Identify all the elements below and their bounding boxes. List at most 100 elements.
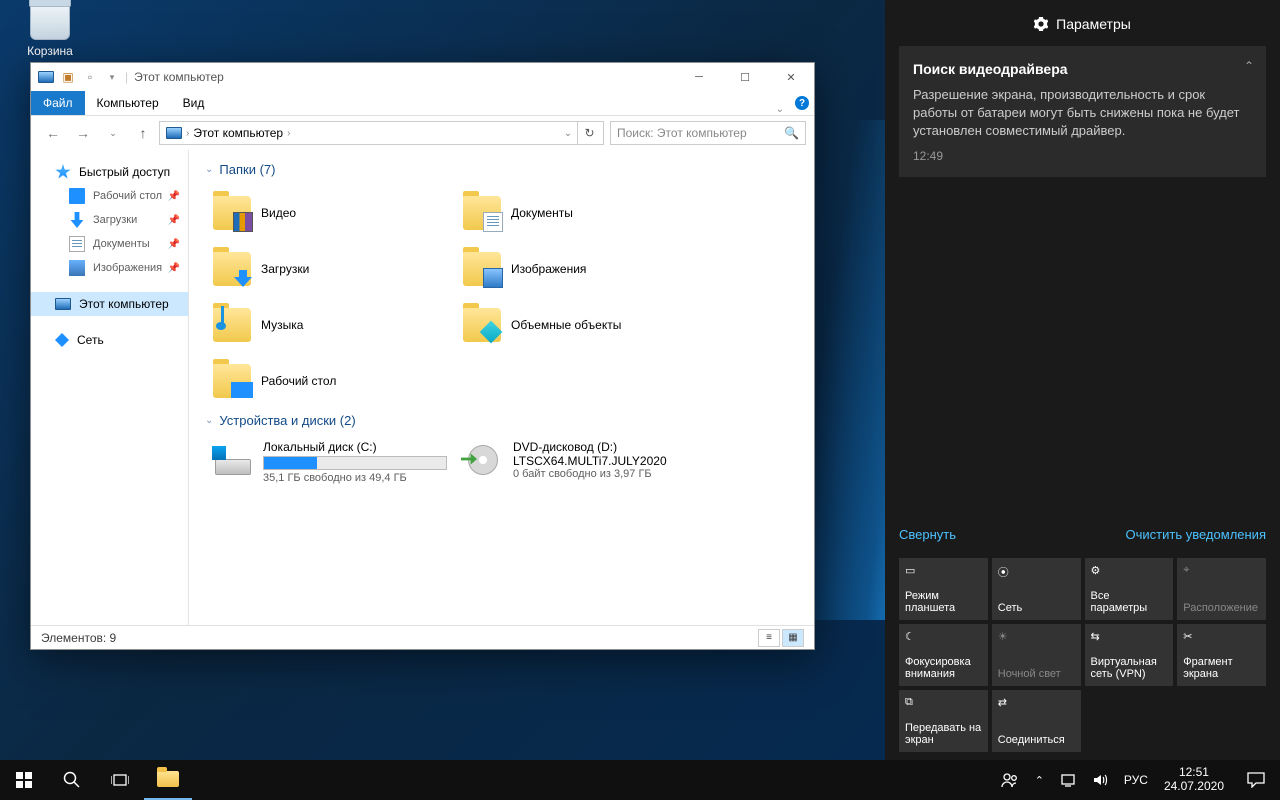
pictures-icon: [69, 260, 85, 276]
notification-collapse-icon[interactable]: ⌃: [1244, 58, 1254, 75]
pc-icon: [55, 298, 71, 310]
group-drives-header[interactable]: ⌄Устройства и диски (2): [205, 413, 798, 428]
scissors-icon: ✂: [1183, 630, 1260, 646]
qa-connect[interactable]: ⇄Соединиться: [992, 690, 1081, 752]
desktop-icon: [69, 188, 85, 204]
task-view-button[interactable]: [96, 760, 144, 800]
tray-network-icon[interactable]: [1052, 760, 1084, 800]
folder-video[interactable]: Видео: [205, 185, 455, 241]
nav-up-button[interactable]: ↑: [129, 120, 157, 146]
drive-d-name: DVD-дисковод (D:): [513, 440, 697, 454]
notification-title: Поиск видеодрайвера: [913, 60, 1252, 80]
search-icon: 🔍: [784, 126, 799, 140]
tray-people[interactable]: [993, 760, 1027, 800]
recycle-bin-icon: [30, 4, 70, 40]
qa-all-settings[interactable]: ⚙Все параметры: [1085, 558, 1174, 620]
tab-computer[interactable]: Компьютер: [85, 91, 171, 115]
maximize-button[interactable]: ☐: [722, 63, 768, 91]
search-input[interactable]: Поиск: Этот компьютер 🔍: [610, 121, 806, 145]
qa-vpn[interactable]: ⇆Виртуальная сеть (VPN): [1085, 624, 1174, 686]
tab-view[interactable]: Вид: [171, 91, 217, 115]
window-title: Этот компьютер: [134, 70, 224, 84]
qa-project[interactable]: ⧉Передавать на экран: [899, 690, 988, 752]
qa-network[interactable]: ⦿Сеть: [992, 558, 1081, 620]
qa-location[interactable]: ⌖Расположение: [1177, 558, 1266, 620]
pin-icon: 📌: [168, 239, 180, 250]
action-center-header[interactable]: Параметры: [885, 16, 1280, 32]
documents-icon: [483, 212, 503, 232]
clear-notifications[interactable]: Очистить уведомления: [1126, 527, 1266, 542]
nav-this-pc[interactable]: Этот компьютер: [31, 292, 188, 316]
file-explorer-icon: [157, 771, 179, 787]
gear-icon: [1034, 17, 1048, 31]
nav-forward-button[interactable]: →: [69, 120, 97, 146]
folder-pictures[interactable]: Изображения: [455, 241, 705, 297]
qa-night-light[interactable]: ☀Ночной свет: [992, 624, 1081, 686]
search-button[interactable]: [48, 760, 96, 800]
nav-desktop[interactable]: Рабочий стол📌: [31, 184, 188, 208]
qat-newfolder-icon[interactable]: ▫: [81, 68, 99, 86]
titlebar[interactable]: ▣ ▫ ▾ | Этот компьютер ─ ☐ ✕: [31, 63, 814, 91]
tray-clock[interactable]: 12:51 24.07.2020: [1156, 760, 1232, 800]
nav-recent-icon[interactable]: ⌄: [99, 120, 127, 146]
close-button[interactable]: ✕: [768, 63, 814, 91]
action-center: Параметры ⌃ Поиск видеодрайвера Разрешен…: [885, 0, 1280, 760]
nav-pane: Быстрый доступ Рабочий стол📌 Загрузки📌 Д…: [31, 150, 189, 625]
help-button[interactable]: ?: [790, 91, 814, 115]
connect-icon: ⇄: [998, 696, 1075, 712]
video-icon: [233, 212, 253, 232]
moon-icon: ☾: [905, 630, 982, 646]
nav-network[interactable]: Сеть: [31, 328, 188, 352]
drive-d[interactable]: DVD-дисковод (D:) LTSCX64.MULTi7.JULY202…: [455, 436, 705, 488]
tray-overflow-icon[interactable]: ⌃: [1027, 760, 1052, 800]
folder-desktop[interactable]: Рабочий стол: [205, 353, 455, 409]
desktop-icon: [231, 382, 253, 398]
address-dropdown-icon[interactable]: ⌄: [559, 128, 577, 139]
view-tiles-button[interactable]: ▦: [782, 629, 804, 647]
qa-tablet-mode[interactable]: ▭Режим планшета: [899, 558, 988, 620]
drive-c-free: 35,1 ГБ свободно из 49,4 ГБ: [263, 472, 447, 484]
view-details-button[interactable]: ≡: [758, 629, 780, 647]
qat-dropdown-icon[interactable]: ▾: [103, 68, 121, 86]
ribbon-expand-icon[interactable]: ⌄: [776, 104, 790, 115]
system-tray: ⌃ РУС 12:51 24.07.2020: [993, 760, 1280, 800]
vpn-icon: ⇆: [1091, 630, 1168, 646]
pin-icon: 📌: [168, 215, 180, 226]
taskbar-file-explorer[interactable]: [144, 760, 192, 800]
network-icon: [55, 333, 69, 347]
address-bar[interactable]: › Этот компьютер › ⌄ ↻: [159, 121, 604, 145]
nav-downloads[interactable]: Загрузки📌: [31, 208, 188, 232]
tray-action-center-button[interactable]: [1232, 760, 1280, 800]
nav-pictures[interactable]: Изображения📌: [31, 256, 188, 280]
chevron-down-icon: ⌄: [205, 415, 213, 426]
folder-music[interactable]: Музыка: [205, 297, 455, 353]
group-folders-header[interactable]: ⌄Папки (7): [205, 162, 798, 177]
folder-documents[interactable]: Документы: [455, 185, 705, 241]
nav-quick-access[interactable]: Быстрый доступ: [31, 160, 188, 184]
start-button[interactable]: [0, 760, 48, 800]
tab-file[interactable]: Файл: [31, 91, 85, 115]
nav-back-button[interactable]: ←: [39, 120, 67, 146]
breadcrumb-sep-icon: ›: [287, 128, 290, 139]
nav-documents[interactable]: Документы📌: [31, 232, 188, 256]
tray-volume-icon[interactable]: [1084, 760, 1116, 800]
qa-screen-snip[interactable]: ✂Фрагмент экрана: [1177, 624, 1266, 686]
notification-card[interactable]: ⌃ Поиск видеодрайвера Разрешение экрана,…: [899, 46, 1266, 177]
drive-c[interactable]: Локальный диск (C:) 35,1 ГБ свободно из …: [205, 436, 455, 488]
hdd-icon: [215, 459, 251, 475]
pin-icon: 📌: [168, 263, 180, 274]
music-icon: [221, 306, 237, 328]
recycle-bin-label: Корзина: [14, 44, 86, 58]
minimize-button[interactable]: ─: [676, 63, 722, 91]
recycle-bin[interactable]: Корзина: [14, 4, 86, 58]
folder-3d-objects[interactable]: Объемные объекты: [455, 297, 705, 353]
tray-language[interactable]: РУС: [1116, 760, 1156, 800]
refresh-button[interactable]: ↻: [577, 122, 601, 144]
collapse-quick-actions[interactable]: Свернуть: [899, 527, 956, 542]
breadcrumb-this-pc[interactable]: Этот компьютер: [189, 126, 287, 140]
qa-focus-assist[interactable]: ☾Фокусировка внимания: [899, 624, 988, 686]
qat-properties-icon[interactable]: ▣: [59, 68, 77, 86]
quick-actions-grid: ▭Режим планшета ⦿Сеть ⚙Все параметры ⌖Ра…: [899, 558, 1266, 752]
folder-downloads[interactable]: Загрузки: [205, 241, 455, 297]
downloads-icon: [69, 212, 85, 228]
